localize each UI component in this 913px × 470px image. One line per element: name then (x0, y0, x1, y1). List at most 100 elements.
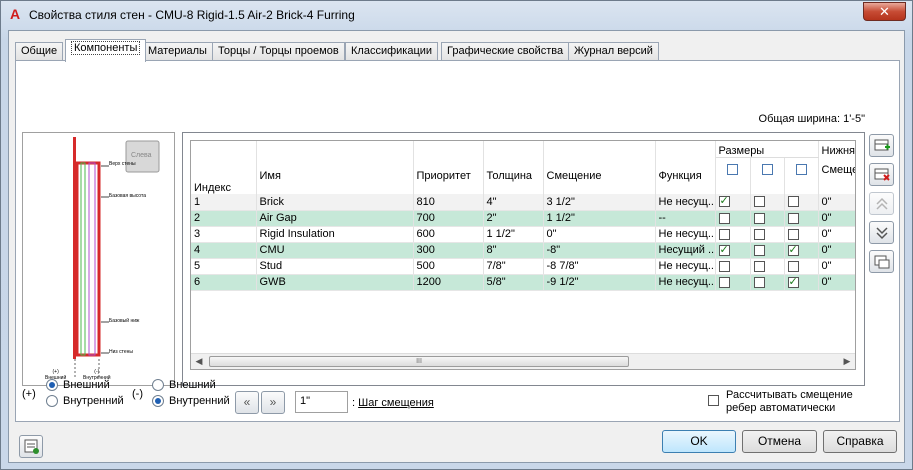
title-bar[interactable]: A Свойства стиля стен - CMU-8 Rigid-1.5 … (1, 1, 912, 29)
cell-index[interactable]: 2 (191, 210, 257, 227)
ok-button[interactable]: OK (662, 430, 736, 453)
cell-index[interactable]: 1 (191, 194, 257, 211)
col-name[interactable]: Имя (256, 157, 414, 194)
cell-dimension-checkbox[interactable] (715, 210, 751, 227)
col-offset[interactable]: Смещение (543, 157, 656, 194)
move-up-button[interactable] (869, 192, 894, 215)
cell-bottom-offset[interactable]: 0" (818, 210, 855, 227)
cell-dimension-checkbox[interactable] (750, 226, 785, 243)
cell-bottom-offset[interactable]: 0" (818, 274, 855, 291)
offset-right-button[interactable]: » (261, 391, 285, 414)
cell-thickness[interactable]: 5/8" (483, 274, 544, 291)
cell-dimension-checkbox[interactable] (784, 194, 819, 211)
cancel-button[interactable]: Отмена (742, 430, 817, 453)
right-exterior-option[interactable]: Внешний (152, 379, 216, 392)
col-dimension-center[interactable] (750, 157, 785, 176)
col-add-to-dimension[interactable] (715, 157, 751, 176)
table-row[interactable]: 1Brick8104"3 1/2"Не несущ... 0" (191, 194, 855, 211)
cell-bottom-offset[interactable]: 0" (818, 226, 855, 243)
cell-priority[interactable]: 600 (413, 226, 484, 243)
cell-name[interactable]: Air Gap (255, 210, 414, 227)
table-row[interactable]: 5 Stud 500 7/8" -8 7/8" Не несущ... 0" (191, 258, 855, 275)
cell-priority[interactable]: 810 (413, 194, 484, 211)
cell-dimension-checkbox[interactable] (715, 274, 751, 291)
cell-function[interactable]: Несущий ... (655, 242, 716, 259)
copy-component-button[interactable] (869, 250, 894, 273)
cell-dimension-checkbox[interactable] (784, 274, 819, 291)
table-row[interactable]: 4CMU3008"-8"Несущий ... 0" (191, 242, 855, 259)
cell-offset[interactable]: 1 1/2" (543, 210, 656, 227)
col-dimension-subtract[interactable] (784, 157, 819, 176)
cell-thickness[interactable]: 7/8" (483, 258, 544, 275)
col-priority[interactable]: Приоритет (413, 157, 484, 194)
cell-dimension-checkbox[interactable] (784, 258, 819, 275)
table-row[interactable]: 6GWB12005/8"-9 1/2"Не несущ... 0" (191, 274, 855, 291)
cell-priority[interactable]: 300 (413, 242, 484, 259)
cell-dimension-checkbox[interactable] (750, 274, 785, 291)
tab-version-history[interactable]: Журнал версий (568, 42, 659, 61)
cell-thickness[interactable]: 2" (483, 210, 544, 227)
move-down-button[interactable] (869, 221, 894, 244)
cell-name[interactable]: CMU (255, 242, 414, 259)
cell-dimension-checkbox[interactable] (715, 226, 751, 243)
cell-priority[interactable]: 500 (413, 258, 484, 275)
cell-bottom-offset[interactable]: 0" (818, 242, 855, 259)
scroll-left-icon[interactable]: ◀ (193, 356, 205, 367)
cell-function[interactable]: Не несущ... (655, 274, 716, 291)
cell-name[interactable]: Brick (255, 194, 414, 211)
cell-dimension-checkbox[interactable] (750, 210, 785, 227)
cell-index[interactable]: 4 (191, 242, 257, 259)
cell-priority[interactable]: 1200 (413, 274, 484, 291)
cell-offset[interactable]: -8" (543, 242, 656, 259)
cell-dimension-checkbox[interactable] (715, 242, 751, 259)
scroll-right-icon[interactable]: ▶ (841, 356, 853, 367)
cell-dimension-checkbox[interactable] (750, 258, 785, 275)
cell-function[interactable]: Не несущ... (655, 258, 716, 275)
cell-index[interactable]: 5 (191, 258, 257, 275)
cell-priority[interactable]: 700 (413, 210, 484, 227)
cell-name[interactable]: Stud (255, 258, 414, 275)
left-interior-option[interactable]: Внутренний (46, 395, 124, 408)
close-button[interactable]: ✕ (863, 2, 906, 21)
cell-dimension-checkbox[interactable] (750, 194, 785, 211)
cell-index[interactable]: 3 (191, 226, 257, 243)
cell-function[interactable]: Не несущ... (655, 226, 716, 243)
offset-left-button[interactable]: « (235, 391, 259, 414)
style-browser-button[interactable] (19, 435, 43, 458)
cell-bottom-offset[interactable]: 0" (818, 258, 855, 275)
right-interior-option[interactable]: Внутренний (152, 395, 230, 408)
cell-function[interactable]: -- (655, 210, 716, 227)
tab-classifications[interactable]: Классификации (345, 42, 439, 61)
cell-dimension-checkbox[interactable] (715, 194, 751, 211)
col-index[interactable]: Индекс (191, 157, 257, 194)
horizontal-scrollbar[interactable]: ◀ III ▶ (191, 353, 855, 369)
tab-components[interactable]: Компоненты (65, 39, 147, 62)
col-function[interactable]: Функция (655, 157, 716, 194)
table-row[interactable]: 3 Rigid Insulation 600 1 1/2" 0" Не несущ... 0… (191, 226, 855, 243)
delete-component-button[interactable] (869, 163, 894, 186)
cell-offset[interactable]: 0" (543, 226, 656, 243)
cell-offset[interactable]: -8 7/8" (543, 258, 656, 275)
tab-endcaps[interactable]: Торцы / Торцы проемов (212, 42, 345, 61)
cell-bottom-offset[interactable]: 0" (818, 194, 855, 211)
scroll-thumb[interactable]: III (209, 356, 629, 367)
cell-name[interactable]: Rigid Insulation (255, 226, 414, 243)
col-thickness[interactable]: Толщина (483, 157, 544, 194)
help-button[interactable]: Справка (823, 430, 897, 453)
cell-dimension-checkbox[interactable] (784, 226, 819, 243)
cell-index[interactable]: 6 (191, 274, 257, 291)
cell-dimension-checkbox[interactable] (784, 242, 819, 259)
add-component-button[interactable] (869, 134, 894, 157)
cell-thickness[interactable]: 8" (483, 242, 544, 259)
tab-materials[interactable]: Материалы (142, 42, 213, 61)
cell-dimension-checkbox[interactable] (784, 210, 819, 227)
cell-thickness[interactable]: 1 1/2" (483, 226, 544, 243)
cell-offset[interactable]: -9 1/2" (543, 274, 656, 291)
cell-dimension-checkbox[interactable] (715, 258, 751, 275)
left-exterior-option[interactable]: Внешний (46, 379, 110, 392)
cell-function[interactable]: Не несущ... (655, 194, 716, 211)
cell-name[interactable]: GWB (255, 274, 414, 291)
cell-dimension-checkbox[interactable] (750, 242, 785, 259)
tab-general[interactable]: Общие (15, 42, 64, 61)
offset-step-input[interactable]: 1" (295, 391, 348, 413)
